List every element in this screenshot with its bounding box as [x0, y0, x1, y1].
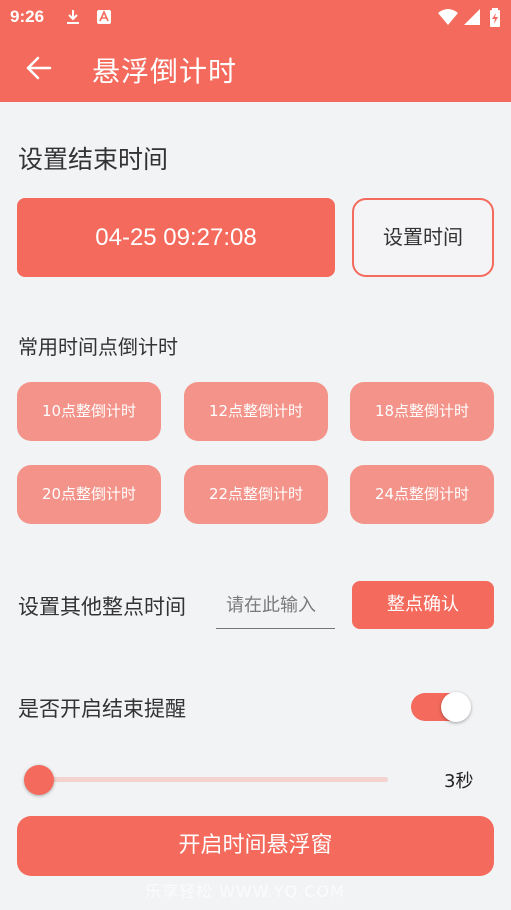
- back-button[interactable]: [20, 50, 60, 86]
- reminder-duration-slider[interactable]: [24, 764, 390, 796]
- preset-button-24[interactable]: 24点整倒计时: [350, 465, 494, 524]
- other-hour-label: 设置其他整点时间: [18, 595, 186, 619]
- preset-button-20[interactable]: 20点整倒计时: [17, 465, 161, 524]
- arrow-left-icon: [26, 56, 52, 80]
- hour-confirm-button[interactable]: 整点确认: [352, 581, 494, 629]
- font-icon: [96, 8, 112, 30]
- watermark: 乐享轻松 WWW.YQ.COM: [145, 882, 345, 901]
- set-time-button[interactable]: 设置时间: [352, 198, 494, 277]
- preset-button-18[interactable]: 18点整倒计时: [350, 382, 494, 441]
- slider-value-label: 3秒: [444, 771, 474, 792]
- start-floating-window-button[interactable]: 开启时间悬浮窗: [17, 816, 494, 876]
- presets-section-title: 常用时间点倒计时: [18, 335, 178, 359]
- slider-thumb[interactable]: [24, 765, 54, 795]
- app-bar: 悬浮倒计时: [0, 34, 511, 102]
- download-icon: [64, 8, 82, 30]
- preset-button-12[interactable]: 12点整倒计时: [184, 382, 328, 441]
- other-hour-input[interactable]: [216, 583, 335, 629]
- signal-icon: [463, 8, 481, 30]
- reminder-toggle[interactable]: [411, 692, 471, 722]
- page-title: 悬浮倒计时: [92, 55, 238, 88]
- reminder-label: 是否开启结束提醒: [18, 697, 186, 721]
- status-bar: 9:26: [0, 0, 511, 34]
- end-time-section-title: 设置结束时间: [18, 145, 169, 174]
- preset-button-22[interactable]: 22点整倒计时: [184, 465, 328, 524]
- slider-track: [40, 777, 388, 782]
- status-time: 9:26: [10, 7, 45, 26]
- battery-charging-icon: [489, 8, 501, 32]
- preset-button-10[interactable]: 10点整倒计时: [17, 382, 161, 441]
- end-time-display: 04-25 09:27:08: [17, 198, 335, 277]
- wifi-icon: [437, 8, 459, 30]
- toggle-thumb: [441, 692, 471, 722]
